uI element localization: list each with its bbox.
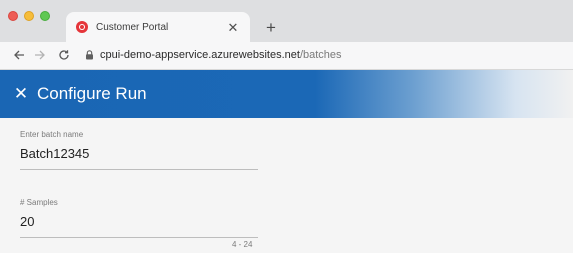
arrow-right-icon[interactable] [31, 46, 49, 64]
address-bar[interactable]: cpui-demo-appservice.azurewebsites.net/b… [100, 49, 342, 61]
url-host: cpui-demo-appservice.azurewebsites.net [100, 49, 300, 61]
window-controls [8, 11, 50, 21]
window-zoom-button[interactable] [40, 11, 50, 21]
batch-name-field: Enter batch name Batch12345 [20, 130, 258, 170]
arrow-left-icon[interactable] [10, 46, 28, 64]
window-close-button[interactable] [8, 11, 18, 21]
browser-toolbar: cpui-demo-appservice.azurewebsites.net/b… [0, 42, 573, 70]
lock-icon[interactable] [85, 50, 94, 60]
tab-close-icon[interactable]: ✕ [224, 18, 242, 36]
window-minimize-button[interactable] [24, 11, 34, 21]
samples-label: # Samples [20, 198, 58, 207]
samples-range-hint: 4 - 24 [232, 240, 253, 249]
customer-portal-favicon-icon [76, 21, 88, 33]
configure-run-form: Enter batch name Batch12345 # Samples 20… [0, 118, 573, 253]
samples-input[interactable]: 20 [20, 214, 258, 238]
browser-tab-strip: Customer Portal ✕ + [0, 0, 573, 42]
new-tab-icon[interactable]: + [261, 17, 281, 37]
page-title: Configure Run [37, 84, 147, 103]
batch-name-label: Enter batch name [20, 130, 84, 139]
tab-title: Customer Portal [96, 21, 169, 33]
reload-icon[interactable] [55, 46, 73, 64]
samples-field: # Samples 20 [20, 198, 258, 238]
app-header: ✕ Configure Run [0, 70, 573, 118]
close-icon[interactable]: ✕ [12, 85, 30, 103]
url-path: /batches [299, 49, 342, 61]
batch-name-input[interactable]: Batch12345 [20, 146, 258, 170]
browser-tab[interactable]: Customer Portal ✕ [66, 12, 250, 42]
